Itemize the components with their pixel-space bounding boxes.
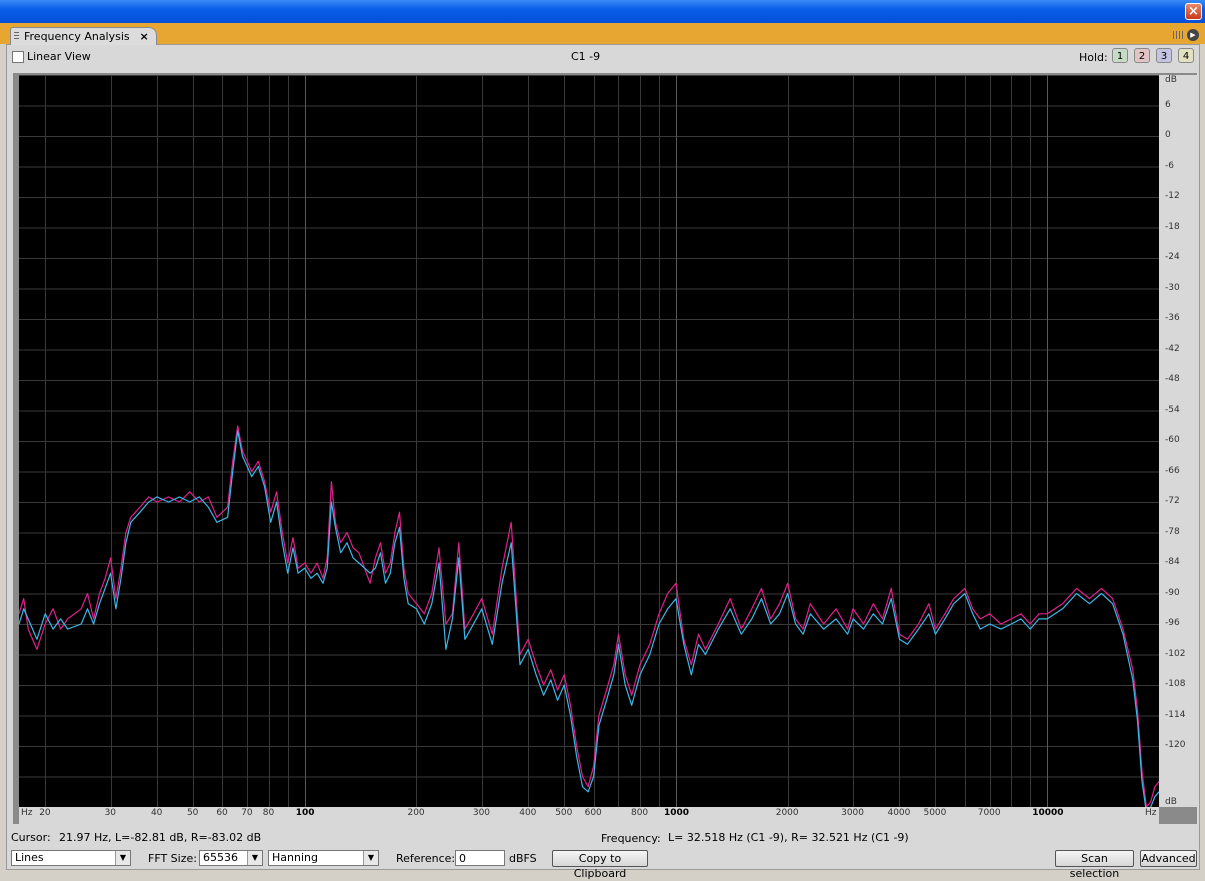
hold-label: Hold: [1079,51,1108,64]
frequency-value: L= 32.518 Hz (C1 -9), R= 32.521 Hz (C1 -… [668,831,909,844]
panel-tabstrip [0,23,1205,44]
window-function-select[interactable]: Hanning ▼ [268,850,379,866]
chevron-down-icon: ▼ [363,851,378,865]
tab-close-icon[interactable]: × [139,28,148,45]
copy-to-clipboard-button[interactable]: Copy to Clipboard [552,850,648,880]
x-tick-label: 80 [262,808,275,818]
y-tick-label: -42 [1165,343,1180,354]
x-tick-label: 40 [150,808,163,818]
reference-label: Reference: [396,852,456,865]
y-tick-label: dB [1165,797,1177,807]
y-tick-label: -36 [1165,313,1180,323]
y-tick-label: -24 [1165,252,1180,262]
y-tick-label: -108 [1165,679,1186,689]
series-line-right [18,430,1160,813]
window-titlebar [0,0,1205,23]
y-tick-label: -60 [1165,435,1180,445]
reference-input[interactable] [455,850,505,866]
series-line-left [18,425,1160,808]
status-row: Cursor: 21.97 Hz, L=-82.81 dB, R=-83.02 … [0,829,1205,845]
window-function-value: Hanning [272,851,318,864]
scan-selection-button[interactable]: Scan selection [1055,850,1134,880]
pitch-readout: C1 -9 [571,50,601,63]
y-tick-label: -84 [1165,557,1180,567]
linear-view-label: Linear View [27,50,91,63]
x-tick-label: 70 [241,808,253,818]
chevron-down-icon: ▼ [115,851,130,865]
y-tick-label: -6 [1165,160,1174,171]
x-tick-label: 50 [186,808,199,818]
plot-type-select[interactable]: Lines ▼ [11,850,131,866]
x-tick-label: Hz [1145,808,1157,818]
y-tick-label: -48 [1165,374,1180,384]
x-tick-label: 100 [295,808,315,818]
panel-menu-icon[interactable]: ▶ [1187,29,1199,41]
reference-unit: dBFS [509,852,537,865]
hold-button-2[interactable]: 2 [1134,48,1150,63]
x-tick-label: 1000 [663,808,690,818]
x-tick-label: 300 [472,808,491,818]
x-tick-label: 5000 [923,808,947,818]
hold-button-3[interactable]: 3 [1156,48,1172,63]
y-tick-label: -54 [1165,404,1180,415]
frequency-label: Frequency: [601,832,661,845]
panel-grip-icon[interactable] [1173,31,1183,39]
x-tick-label: 4000 [887,808,911,818]
y-tick-label: -72 [1165,496,1180,506]
tab-grip-icon [14,32,19,41]
advanced-button[interactable]: Advanced [1140,850,1197,867]
y-tick-label: dB [1165,75,1177,85]
y-tick-label: -90 [1165,587,1180,598]
x-tick-label: 800 [630,808,649,818]
x-tick-label: 60 [216,808,228,818]
spectrum-svg [18,75,1160,813]
tab-frequency-analysis[interactable]: Frequency Analysis × [10,27,157,45]
hold-button-1[interactable]: 1 [1112,48,1128,63]
window-close-button[interactable]: × [1185,3,1202,20]
y-tick-label: -120 [1165,740,1186,750]
fft-size-select[interactable]: 65536 ▼ [199,850,263,866]
fft-size-value: 65536 [203,851,238,864]
x-tick-label: Hz [21,808,33,818]
y-tick-label: -30 [1165,282,1180,293]
y-tick-label: -96 [1165,618,1180,628]
y-tick-label: -114 [1165,709,1186,720]
y-tick-label: -18 [1165,221,1180,232]
chevron-down-icon: ▼ [247,851,262,865]
x-tick-label: 600 [584,808,602,818]
x-tick-label: 7000 [977,808,1001,818]
cursor-value: 21.97 Hz, L=-82.81 dB, R=-83.02 dB [59,831,262,844]
x-tick-label: 400 [519,808,537,818]
y-tick-label: -12 [1165,191,1180,201]
y-tick-label: 6 [1165,99,1171,110]
y-tick-label: -102 [1165,648,1186,659]
x-tick-label: 500 [555,808,573,818]
plot-type-value: Lines [15,851,44,864]
linear-view-checkbox[interactable] [12,51,24,63]
cursor-label: Cursor: [11,831,51,844]
x-tick-label: 10000 [1032,808,1064,818]
y-tick-label: 0 [1165,130,1171,140]
fft-size-label: FFT Size: [148,852,197,865]
x-tick-label: 2000 [775,808,799,818]
x-tick-label: 30 [104,808,117,818]
x-tick-label: 3000 [841,808,865,818]
hold-button-4[interactable]: 4 [1178,48,1194,63]
spectrum-plot[interactable] [18,75,1160,813]
x-tick-label: 20 [39,808,51,818]
x-tick-label: 200 [407,808,425,818]
y-tick-label: -66 [1165,465,1180,476]
y-tick-label: -78 [1165,526,1180,537]
tab-title: Frequency Analysis [24,30,130,43]
